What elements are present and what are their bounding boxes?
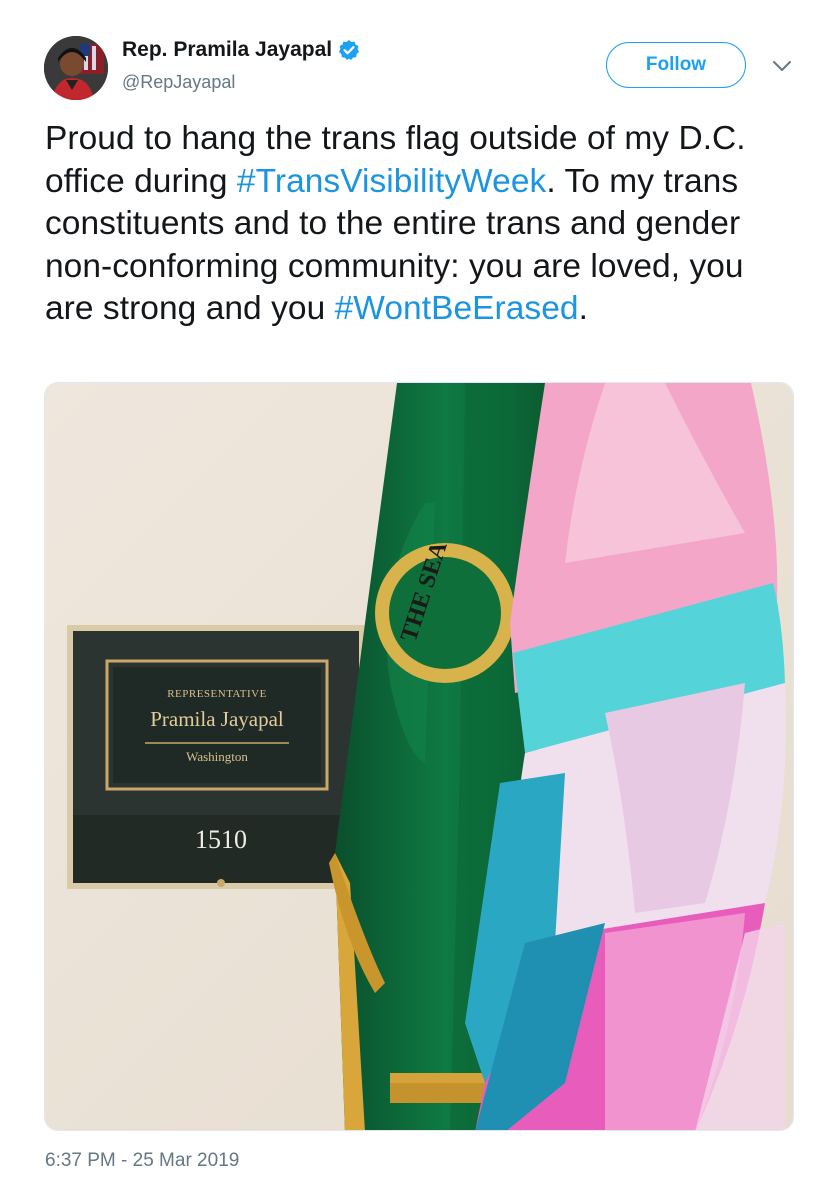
tweet-timestamp[interactable]: 6:37 PM - 25 Mar 2019: [45, 1150, 239, 1172]
tweet-text: Proud to hang the trans flag outside of …: [45, 118, 795, 331]
profile-photo-icon: [44, 36, 108, 100]
verified-badge-icon: [338, 39, 360, 61]
author-avatar[interactable]: [44, 36, 108, 100]
tweet-text-segment: .: [578, 290, 588, 327]
author-handle[interactable]: @RepJayapal: [122, 72, 235, 93]
follow-button[interactable]: Follow: [606, 42, 746, 88]
tweet-photo[interactable]: REPRESENTATIVE Pramila Jayapal Washingto…: [44, 382, 794, 1131]
plaque-title: REPRESENTATIVE: [167, 688, 267, 700]
author-name-row: Rep. Pramila Jayapal: [122, 38, 360, 62]
hashtag-link[interactable]: #WontBeErased: [335, 290, 579, 327]
hashtag-link[interactable]: #TransVisibilityWeek: [237, 163, 546, 200]
plaque-state: Washington: [186, 749, 248, 764]
tweet-header: Rep. Pramila Jayapal @RepJayapal Follow: [0, 0, 828, 110]
name-plaque: REPRESENTATIVE Pramila Jayapal Washingto…: [67, 625, 365, 889]
photo-flags-plaque: REPRESENTATIVE Pramila Jayapal Washingto…: [45, 383, 793, 1130]
author-display-name[interactable]: Rep. Pramila Jayapal: [122, 38, 332, 62]
chevron-down-icon[interactable]: [770, 56, 794, 76]
plaque-name: Pramila Jayapal: [150, 707, 284, 731]
plaque-room-number: 1510: [195, 825, 247, 854]
